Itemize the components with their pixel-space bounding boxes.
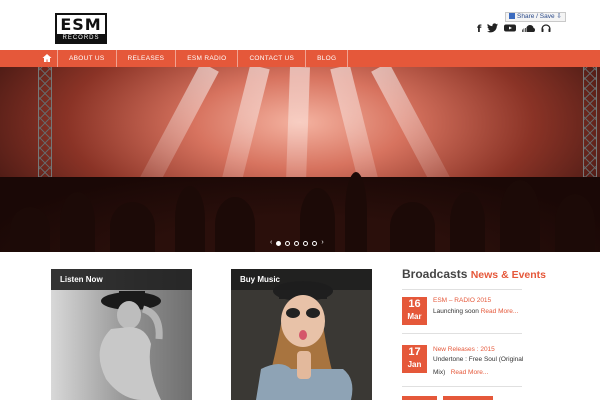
crowd-head xyxy=(555,194,595,252)
crowd-head xyxy=(450,192,485,252)
main-nav: ABOUT US RELEASES ESM RADIO CONTACT US B… xyxy=(0,50,600,67)
buy-music-caption: Buy Music xyxy=(231,269,372,290)
slider-dot[interactable] xyxy=(276,240,282,246)
broadcasts-title: Broadcasts xyxy=(402,267,468,281)
listen-now-card[interactable]: Listen Now xyxy=(51,269,192,400)
event-summary: Undertone : Free Soul (Original Mix) Rea… xyxy=(433,353,525,379)
crowd-head xyxy=(345,172,367,252)
bottom-tab[interactable] xyxy=(402,396,437,400)
hero-slider[interactable] xyxy=(0,67,600,252)
divider xyxy=(402,386,522,387)
nav-item-esm-radio[interactable]: ESM RADIO xyxy=(175,50,237,67)
broadcasts-heading: Broadcasts News & Events xyxy=(402,267,546,282)
nav-items: ABOUT US RELEASES ESM RADIO CONTACT US B… xyxy=(57,50,349,67)
read-more-link[interactable]: Read More... xyxy=(481,308,519,315)
share-suffix: ⇩ xyxy=(556,13,562,20)
social-links: f xyxy=(477,23,551,37)
slider-pagination: ‹ › xyxy=(270,239,324,246)
bottom-tab[interactable] xyxy=(443,396,493,400)
home-icon[interactable] xyxy=(42,53,52,63)
soundcloud-icon[interactable] xyxy=(522,24,536,37)
read-more-link[interactable]: Read More... xyxy=(451,369,489,376)
crowd-head xyxy=(175,186,205,252)
logo-text-top: ESM xyxy=(57,15,105,34)
youtube-icon[interactable] xyxy=(504,23,517,37)
crowd-head xyxy=(390,202,435,252)
buy-music-card[interactable]: Buy Music xyxy=(231,269,372,400)
event-day: 16 xyxy=(408,298,421,310)
esm-records-logo[interactable]: ESM RECORDS xyxy=(55,13,107,44)
slider-dot[interactable] xyxy=(312,240,318,246)
slider-prev-arrow[interactable]: ‹ xyxy=(270,239,272,246)
crowd-head xyxy=(10,207,50,252)
nav-item-contact-us[interactable]: CONTACT US xyxy=(237,50,305,67)
divider xyxy=(402,289,522,290)
nav-item-blog[interactable]: BLOG xyxy=(305,50,349,67)
event-date-badge: 17 Jan xyxy=(402,345,427,373)
event-title[interactable]: ESM – RADIO 2015 xyxy=(433,296,491,305)
news-events-subtitle[interactable]: News & Events xyxy=(471,269,546,281)
facebook-icon[interactable]: f xyxy=(477,24,481,36)
headphones-icon[interactable] xyxy=(541,23,551,37)
twitter-icon[interactable] xyxy=(487,23,499,37)
slider-next-arrow[interactable]: › xyxy=(321,239,323,246)
crowd-head xyxy=(60,192,95,252)
event-text: Launching soon xyxy=(433,308,479,315)
share-label: Share / Save xyxy=(517,13,555,20)
event-month: Mar xyxy=(407,312,422,321)
slider-dot[interactable] xyxy=(285,240,291,246)
crowd-head xyxy=(215,197,255,252)
divider xyxy=(402,333,522,334)
event-date-badge: 16 Mar xyxy=(402,297,427,325)
event-summary: Launching soon Read More... xyxy=(433,305,525,318)
crowd-head xyxy=(110,202,155,252)
share-icon xyxy=(509,13,515,19)
nav-item-releases[interactable]: RELEASES xyxy=(115,50,176,67)
logo-text-bottom: RECORDS xyxy=(62,35,100,41)
nav-item-about-us[interactable]: ABOUT US xyxy=(57,50,116,67)
site-header: ESM RECORDS Share / Save ⇩ f xyxy=(0,0,600,50)
listen-now-caption: Listen Now xyxy=(51,269,192,290)
slider-dot[interactable] xyxy=(303,240,309,246)
share-save-button[interactable]: Share / Save ⇩ xyxy=(505,12,566,22)
crowd-head xyxy=(500,180,540,252)
event-day: 17 xyxy=(408,346,421,358)
slider-dot[interactable] xyxy=(294,240,300,246)
event-month: Jan xyxy=(407,360,422,369)
